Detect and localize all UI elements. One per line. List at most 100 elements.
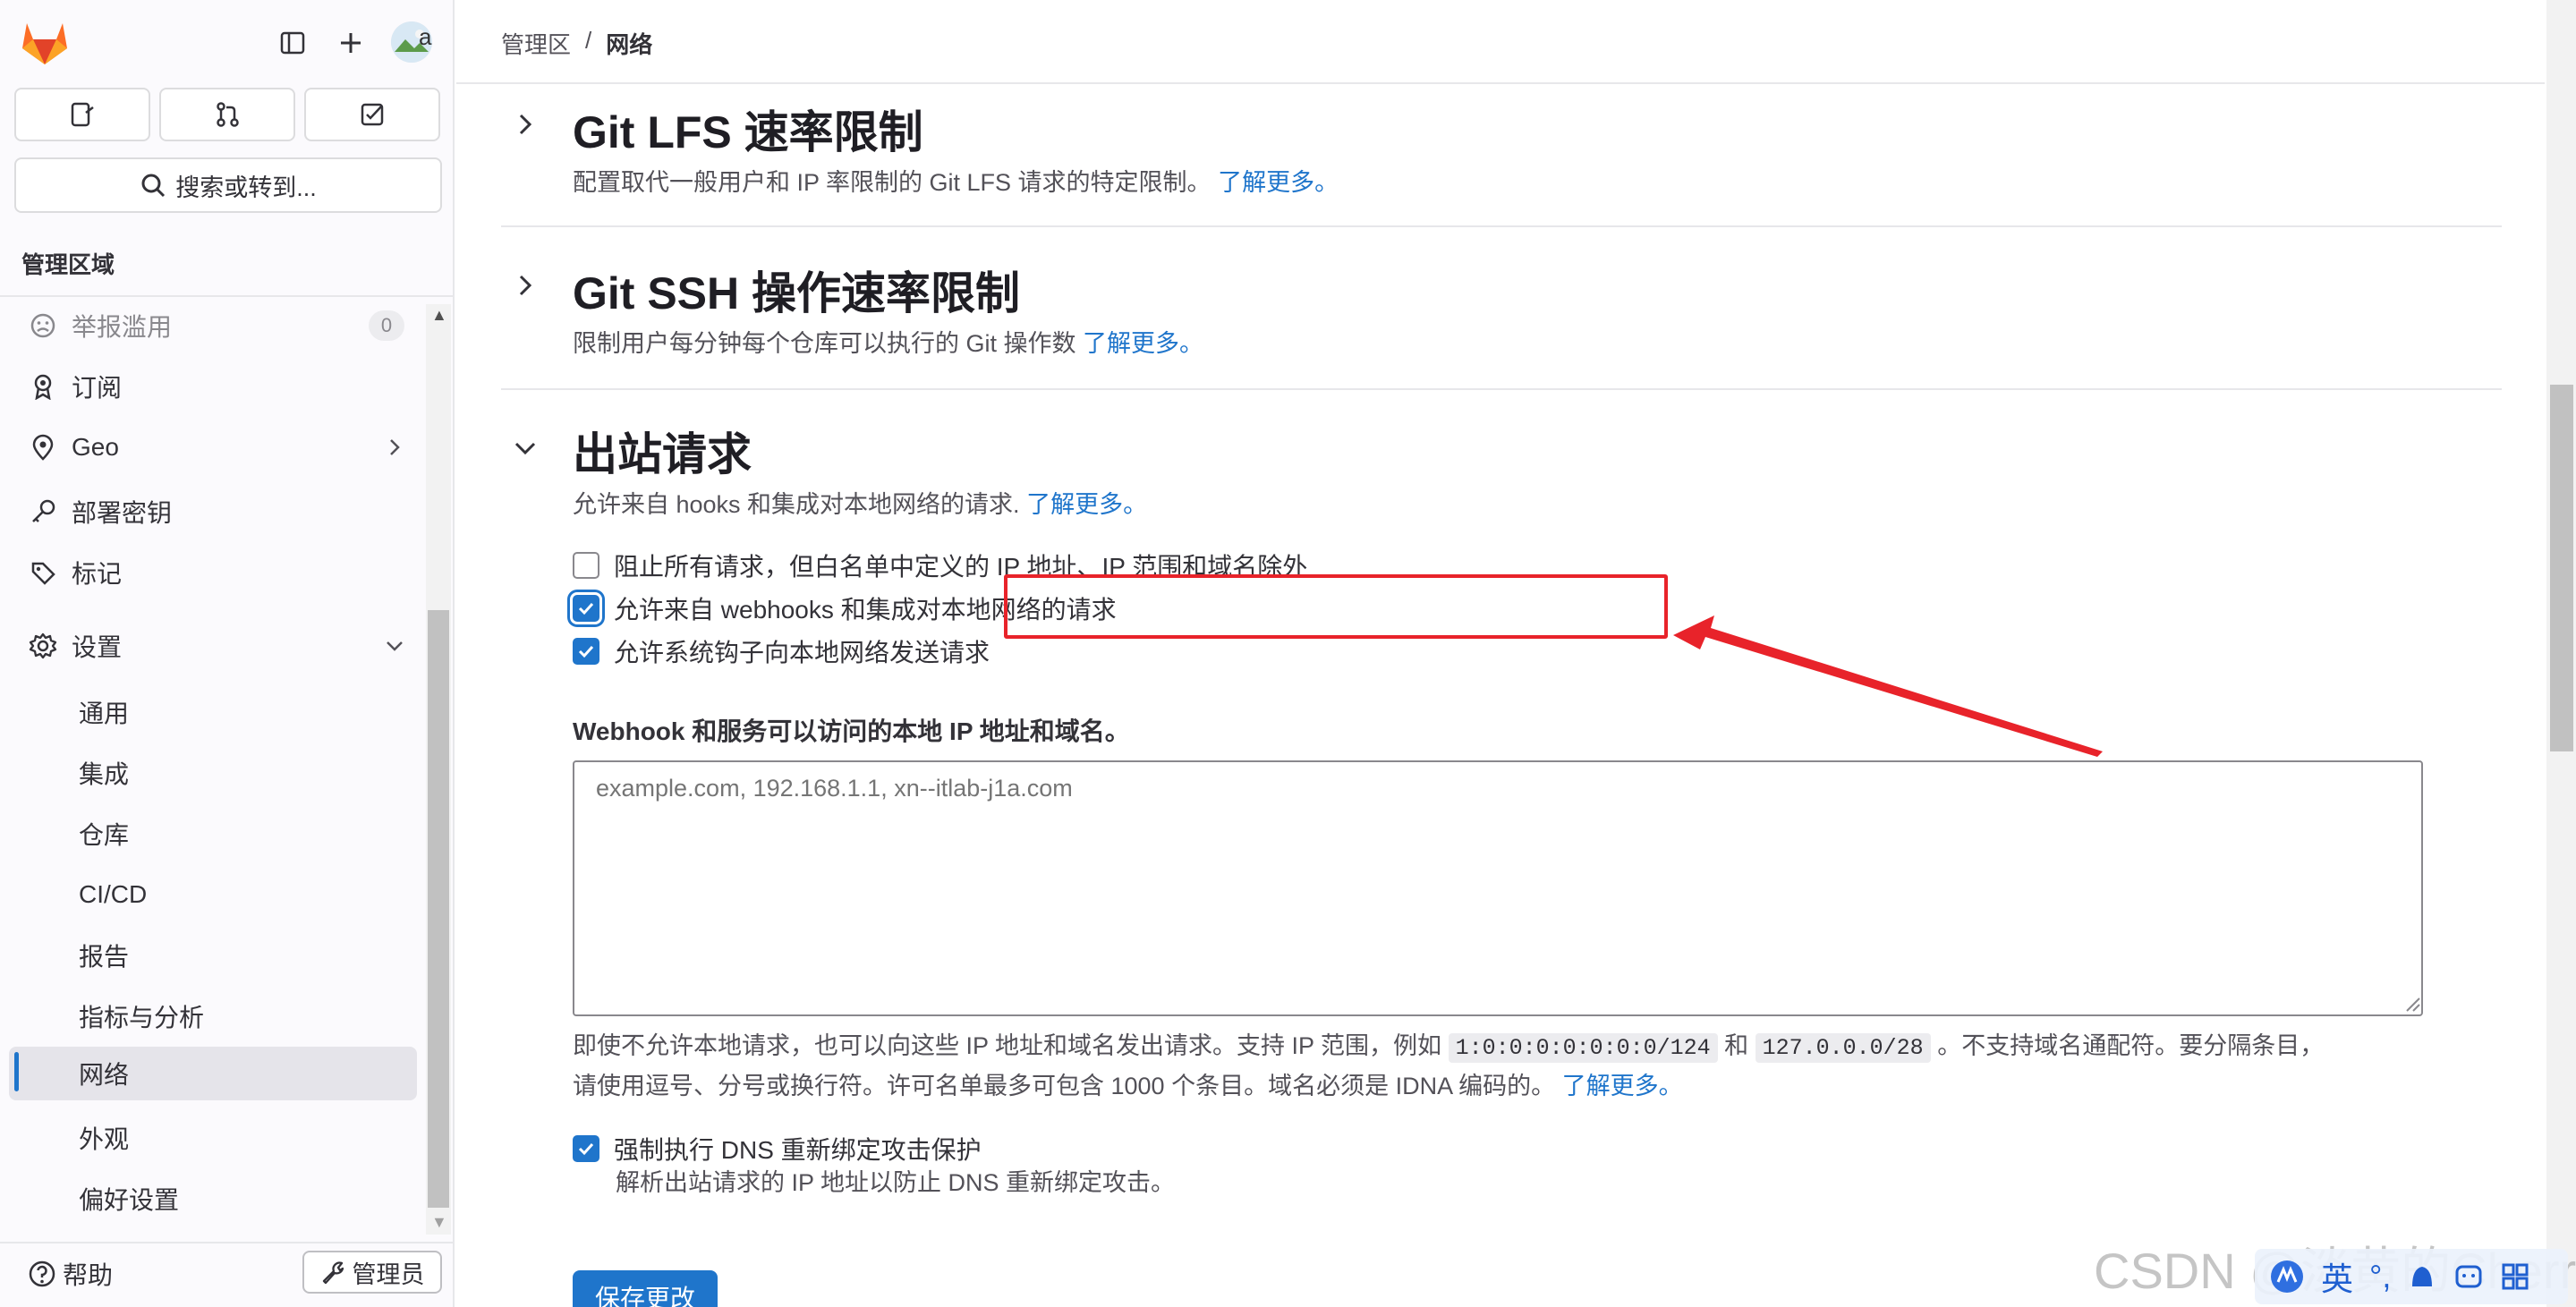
ime-emoji-icon[interactable] (2453, 1261, 2484, 1292)
learn-more-link[interactable]: 了解更多。 (1026, 491, 1147, 518)
sidebar-subitem-preferences[interactable]: 偏好设置 (9, 1172, 417, 1226)
breadcrumb: 管理区 / 网络 (501, 27, 652, 60)
learn-more-link[interactable]: 了解更多。 (1562, 1073, 1683, 1099)
active-indicator (14, 1052, 19, 1091)
sidebar-subitem-cicd[interactable]: CI/CD (9, 868, 417, 921)
breadcrumb-parent[interactable]: 管理区 (501, 27, 571, 60)
collapse-chevron-down-icon[interactable] (512, 435, 539, 462)
learn-more-link[interactable]: 了解更多。 (1083, 330, 1203, 357)
allowlist-textarea[interactable] (573, 760, 2423, 1016)
checkbox-allow-system-hooks[interactable] (573, 638, 599, 665)
section-desc-text: 允许来自 hooks 和集成对本地网络的请求. (573, 491, 1020, 518)
merge-requests-button[interactable] (159, 88, 295, 141)
scroll-down-arrow-icon[interactable]: ▼ (431, 1213, 447, 1232)
search-bar[interactable]: 搜索或转到... (14, 157, 442, 213)
checkbox-row-allow-system-hooks[interactable]: 允许系统钩子向本地网络发送请求 (573, 633, 990, 669)
sidebar-subitem-reporting[interactable]: 报告 (9, 929, 417, 982)
main-content: 管理区 / 网络 Git LFS 速率限制 配置取代一般用户和 IP 率限制的 … (456, 0, 2576, 1307)
gitlab-logo-icon[interactable] (20, 20, 70, 66)
sidebar-item-label: 部署密钥 (72, 499, 173, 527)
section-divider (501, 388, 2502, 390)
count-badge: 0 (369, 310, 404, 341)
sidebar-toggle-icon[interactable] (275, 25, 310, 61)
breadcrumb-separator: / (585, 27, 592, 54)
section-divider (501, 225, 2502, 227)
sidebar-item-deploy-keys[interactable]: 部署密钥 (14, 487, 421, 537)
resize-handle-icon[interactable] (2403, 995, 2421, 1013)
sidebar-subitem-general[interactable]: 通用 (9, 685, 417, 739)
sidebar-item-labels[interactable]: 标记 (14, 547, 421, 598)
abuse-report-icon (30, 313, 55, 338)
admin-label: 管理员 (352, 1260, 425, 1288)
issues-icon (71, 102, 94, 127)
help-button[interactable]: 帮助 (27, 1256, 113, 1292)
sidebar-subitem-appearance[interactable]: 外观 (9, 1111, 417, 1165)
sidebar-subitem-integrations[interactable]: 集成 (9, 746, 417, 800)
admin-area-title: 管理区域 (21, 251, 115, 278)
page-scrollbar-thumb[interactable] (2550, 385, 2573, 751)
expand-chevron-right-icon[interactable] (512, 111, 539, 138)
key-icon (32, 499, 55, 522)
sidebar-subitem-metrics[interactable]: 指标与分析 (9, 989, 417, 1043)
avatar-alt-text: a (419, 23, 432, 50)
ime-logo-icon (2271, 1260, 2303, 1293)
annotation-arrow (1673, 615, 2103, 757)
ime-grid-icon[interactable] (2500, 1261, 2530, 1292)
checkbox-label: 强制执行 DNS 重新绑定攻击保护 (614, 1136, 982, 1164)
checkbox-allow-webhooks[interactable] (573, 595, 599, 622)
sidebar-item-label: 举报滥用 (72, 313, 173, 341)
sidebar-item-label: 设置 (72, 633, 123, 661)
sidebar-item-geo[interactable]: Geo (14, 422, 421, 472)
section-desc-text: 限制用户每分钟每个仓库可以执行的 Git 操作数 (573, 330, 1076, 357)
sidebar-scrollbar-thumb[interactable] (428, 610, 449, 1208)
label-icon (31, 562, 55, 585)
check-icon (578, 645, 594, 658)
annotation-highlight-box (1004, 574, 1668, 639)
ime-punctuation-icon[interactable]: °, (2369, 1258, 2391, 1295)
sidebar-subitem-repository[interactable]: 仓库 (9, 807, 417, 861)
check-icon (578, 602, 594, 615)
section-title-lfs[interactable]: Git LFS 速率限制 (573, 97, 923, 161)
dns-protection-help: 解析出站请求的 IP 地址以防止 DNS 重新绑定攻击。 (616, 1169, 1176, 1196)
settings-gear-icon (29, 632, 57, 659)
checkbox-dns-protection[interactable] (573, 1135, 599, 1162)
sidebar-item-label: Geo (72, 433, 119, 461)
ime-skin-icon[interactable] (2407, 1261, 2437, 1292)
search-icon (141, 174, 166, 198)
sidebar-item-settings[interactable]: 设置 (14, 621, 421, 671)
help-label: 帮助 (63, 1261, 114, 1289)
section-title-ssh[interactable]: Git SSH 操作速率限制 (573, 258, 1020, 322)
issues-button[interactable] (14, 88, 150, 141)
wrench-icon (322, 1261, 344, 1285)
plus-icon[interactable] (333, 25, 369, 61)
sidebar-item-subscription[interactable]: 订阅 (14, 361, 421, 412)
ime-toolbar[interactable]: 英 °, (2255, 1249, 2568, 1304)
search-label: 搜索或转到... (175, 174, 317, 201)
license-icon (34, 374, 52, 400)
todo-button[interactable] (304, 88, 440, 141)
scroll-up-arrow-icon[interactable]: ▲ (431, 306, 447, 325)
expand-chevron-right-icon[interactable] (512, 272, 539, 299)
help-text-part: 和 (1724, 1032, 1749, 1059)
code-example-ipv6: 1:0:0:0:0:0:0:0/124 (1448, 1033, 1718, 1063)
sidebar-item-label: 标记 (72, 560, 123, 588)
checkbox-deny-all[interactable] (573, 552, 599, 579)
sidebar-divider (0, 295, 455, 297)
sidebar-subitem-network[interactable]: 网络 (9, 1047, 417, 1100)
section-title-outbound[interactable]: 出站请求 (573, 419, 752, 483)
location-icon (32, 434, 54, 461)
check-icon (578, 1142, 594, 1156)
sidebar-item-abuse-reports[interactable]: 举报滥用 0 (14, 301, 421, 351)
admin-button[interactable]: 管理员 (302, 1251, 442, 1294)
save-changes-button[interactable]: 保存更改 (573, 1270, 718, 1307)
chevron-right-icon (390, 439, 400, 455)
ime-language-label[interactable]: 英 (2321, 1253, 2353, 1300)
section-desc-lfs: 配置取代一般用户和 IP 率限制的 Git LFS 请求的特定限制。 了解更多。 (573, 163, 1339, 198)
section-desc-text: 配置取代一般用户和 IP 率限制的 Git LFS 请求的特定限制。 (573, 169, 1211, 196)
footer-divider (0, 1242, 455, 1243)
section-desc-ssh: 限制用户每分钟每个仓库可以执行的 Git 操作数 了解更多。 (573, 324, 1203, 359)
section-desc-outbound: 允许来自 hooks 和集成对本地网络的请求. 了解更多。 (573, 485, 1147, 520)
checkbox-row-dns-protection[interactable]: 强制执行 DNS 重新绑定攻击保护 (573, 1131, 982, 1167)
code-example-ipv4: 127.0.0.0/28 (1755, 1033, 1931, 1063)
learn-more-link[interactable]: 了解更多。 (1218, 169, 1339, 196)
